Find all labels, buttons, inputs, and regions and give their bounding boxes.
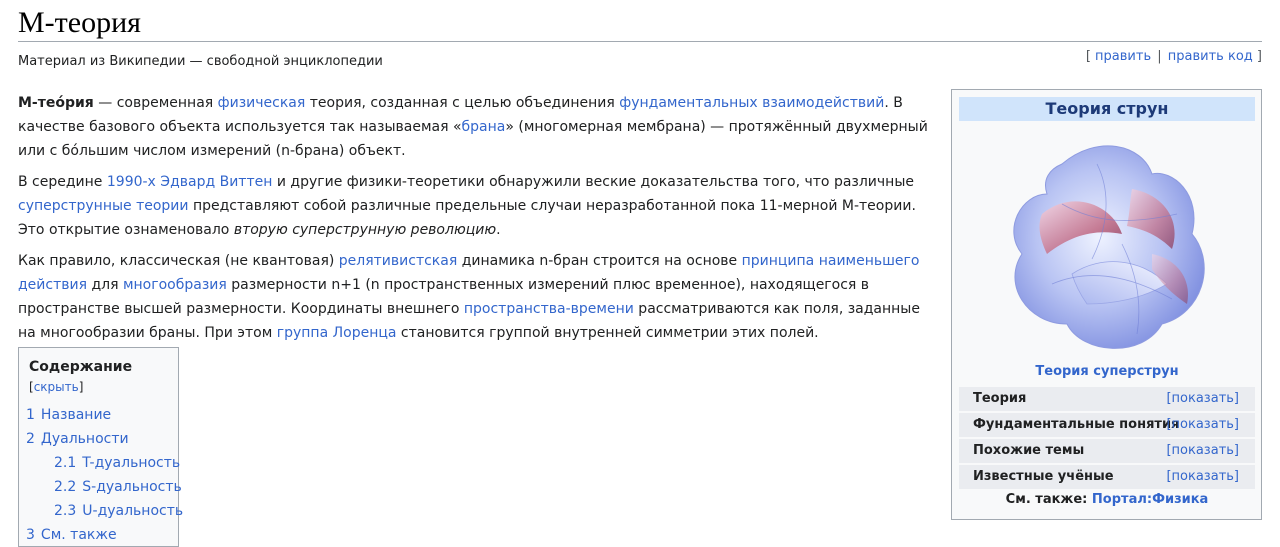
toc-number: 2 xyxy=(26,431,35,447)
article-link[interactable]: группа Лоренца xyxy=(277,325,397,341)
row-label: Известные учёные xyxy=(973,469,1114,484)
infobox-title: Теория струн xyxy=(959,97,1255,121)
italic-text: вторую суперструнную революцию xyxy=(233,222,497,238)
toc-link[interactable]: T-дуальность xyxy=(82,455,180,471)
see-also-label: См. также: xyxy=(1005,492,1088,507)
text-run: и другие физики-теоретики обнаружили вес… xyxy=(272,174,914,190)
row-label: Похожие темы xyxy=(973,443,1085,458)
edit-link[interactable]: править xyxy=(1095,49,1151,64)
title-divider xyxy=(18,41,1262,42)
calabi-yau-manifold-illustration[interactable] xyxy=(1002,134,1216,362)
article-link[interactable]: многообразия xyxy=(123,277,227,293)
separator: | xyxy=(1157,49,1162,64)
infobox-row-theory: Теория [показать] xyxy=(959,387,1255,411)
toc-list: 1 Название 2 Дуальности 2.1 T-дуальность 2.2 S-… xyxy=(19,403,183,547)
text-run: Как правило, классическая (не квантовая) xyxy=(18,253,339,269)
toc-item[interactable]: 3 См. также xyxy=(19,523,178,547)
toc-item[interactable]: 2.3 U-дуальность xyxy=(19,499,183,523)
text-run: теория, созданная с целью объединения xyxy=(305,95,620,111)
show-button[interactable]: [показать] xyxy=(1166,387,1239,411)
text-run: становится группой внутренней симметрии … xyxy=(396,325,819,341)
table-of-contents: Содержание [скрыть] 1 Название 2 Дуальности… xyxy=(18,347,183,547)
infobox-caption: Теория суперструн xyxy=(959,362,1255,382)
toc-item[interactable]: 2.2 S-дуальность xyxy=(19,475,182,499)
infobox-row-fundamental-concepts: Фундаментальные понятия [показать] xyxy=(959,413,1255,437)
toc-link[interactable]: Дуальности xyxy=(41,431,129,447)
toc-link[interactable]: S-дуальность xyxy=(82,479,182,495)
bracket-open: [ xyxy=(1085,49,1091,64)
physics-portal-link[interactable]: Портал:Физика xyxy=(1092,492,1208,507)
toc-number: 2.1 xyxy=(54,455,77,471)
toc-header: Содержание [скрыть] xyxy=(19,348,178,397)
article-link[interactable]: 1990-х xyxy=(107,174,156,190)
toc-link[interactable]: Название xyxy=(41,407,111,423)
text-run: динамика n-бран строится на основе xyxy=(457,253,742,269)
edit-code-link[interactable]: править код xyxy=(1168,49,1253,64)
bracket-close: ] xyxy=(1256,49,1262,64)
infobox-see-also: См. также: Портал:Физика xyxy=(959,490,1255,510)
show-button[interactable]: [показать] xyxy=(1166,413,1239,437)
article-body: М-тео́рия — современная физическая теори… xyxy=(18,91,938,352)
article-link[interactable]: брана xyxy=(462,119,506,135)
show-button[interactable]: [показать] xyxy=(1166,465,1239,489)
text-run: для xyxy=(87,277,123,293)
edit-links: [ править | править код ] xyxy=(1086,48,1262,65)
text-run: В середине xyxy=(18,174,107,190)
paragraph-2: В середине 1990-х Эдвард Виттен и другие… xyxy=(18,170,938,242)
toc-number: 3 xyxy=(26,527,35,543)
toc-hide-link[interactable]: скрыть xyxy=(34,380,79,394)
paragraph-1: М-тео́рия — современная физическая теори… xyxy=(18,91,938,163)
show-button[interactable]: [показать] xyxy=(1166,439,1239,463)
article-link[interactable]: пространства-времени xyxy=(464,301,634,317)
article-link[interactable]: релятивистская xyxy=(339,253,457,269)
toc-item[interactable]: 2 Дуальности xyxy=(19,427,178,451)
infobox-row-related-topics: Похожие темы [показать] xyxy=(959,439,1255,463)
paragraph-3: Как правило, классическая (не квантовая)… xyxy=(18,249,938,345)
row-label: Фундаментальные понятия xyxy=(973,417,1180,432)
toc-link[interactable]: См. также xyxy=(41,527,117,543)
article-link[interactable]: Эдвард Виттен xyxy=(160,174,272,190)
toc-item[interactable]: 2.1 T-дуальность xyxy=(19,451,180,475)
text-run: — современная xyxy=(93,95,218,111)
text-run: . xyxy=(496,222,501,238)
article-term: М-тео́рия xyxy=(18,95,94,111)
page-title: М-теория xyxy=(18,6,141,39)
article-link[interactable]: суперструнные теории xyxy=(18,198,189,214)
toc-hide-toggle[interactable]: [скрыть] xyxy=(29,380,83,394)
caption-link[interactable]: Теория суперструн xyxy=(1035,364,1178,379)
site-tagline: Материал из Википедии — свободной энцикл… xyxy=(18,54,383,69)
toc-link[interactable]: U-дуальность xyxy=(82,503,183,519)
row-label: Теория xyxy=(973,391,1027,406)
article-link[interactable]: физическая xyxy=(218,95,306,111)
toc-number: 1 xyxy=(26,407,35,423)
toc-number: 2.3 xyxy=(54,503,77,519)
article-link[interactable]: фундаментальных взаимодействий xyxy=(619,95,884,111)
infobox: Теория струн Теория суперструн Теория [п… xyxy=(951,89,1262,520)
toc-item[interactable]: 1 Название xyxy=(19,403,178,427)
toc-number: 2.2 xyxy=(54,479,77,495)
infobox-row-known-scientists: Известные учёные [показать] xyxy=(959,465,1255,489)
toc-title: Содержание xyxy=(29,359,133,375)
